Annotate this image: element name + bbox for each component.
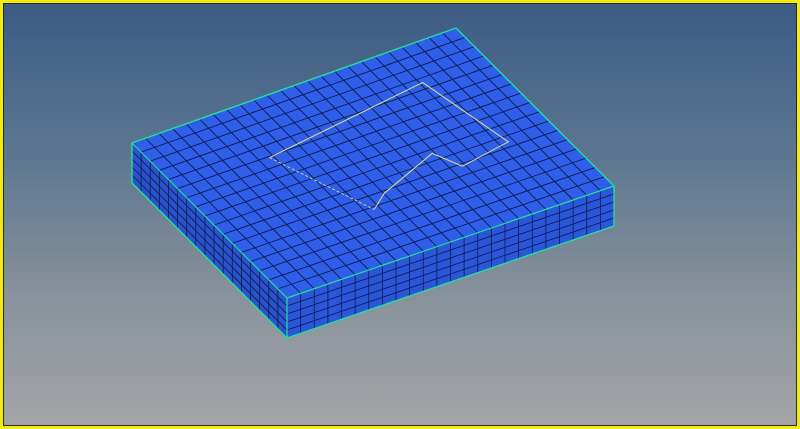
mesh-model-view[interactable]: [3, 3, 797, 426]
slab-top-face: [131, 27, 615, 299]
top-face-fill: [132, 28, 614, 298]
graphics-viewport[interactable]: [0, 0, 800, 429]
